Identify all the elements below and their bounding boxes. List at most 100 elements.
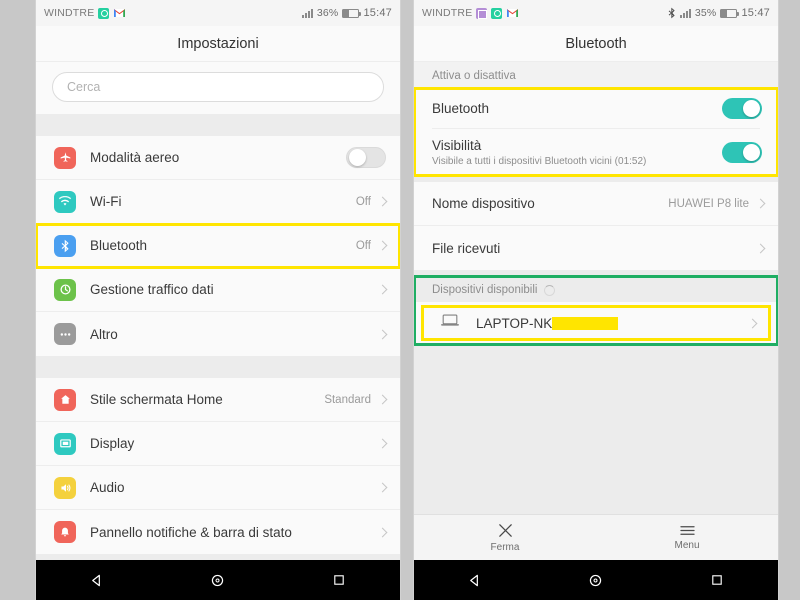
sidebar-item-label: Modalità aereo <box>90 150 180 165</box>
recents-square-icon[interactable] <box>317 573 361 587</box>
signal-icon <box>679 8 691 18</box>
whatsapp-icon <box>491 7 503 19</box>
whatsapp-icon <box>98 7 110 19</box>
sidebar-item-notification-panel[interactable]: Pannello notifiche & barra di stato <box>36 510 400 554</box>
visibility-toggle-sublabel: Visibile a tutti i dispositivi Bluetooth… <box>432 156 647 167</box>
carrier-label: WINDTRE <box>422 7 473 19</box>
visibility-toggle-row[interactable]: Visibilità Visibile a tutti i dispositiv… <box>414 129 778 176</box>
sidebar-item-audio[interactable]: Audio <box>36 466 400 510</box>
wifi-icon <box>54 190 76 213</box>
back-triangle-icon[interactable] <box>453 573 497 588</box>
recents-square-icon[interactable] <box>695 573 739 587</box>
left-page-title: Impostazioni <box>36 26 400 62</box>
gmail-icon <box>113 8 126 19</box>
received-files-label: File ricevuti <box>432 240 501 256</box>
home-circle-icon[interactable] <box>574 573 618 588</box>
bluetooth-toggles-group: Bluetooth Visibilità Visibile a tutti i … <box>414 87 778 177</box>
sidebar-item-data-usage[interactable]: Gestione traffico dati <box>36 268 400 312</box>
sidebar-item-home-style[interactable]: Stile schermata Home Standard <box>36 378 400 422</box>
stop-scan-button[interactable]: Ferma <box>414 515 596 560</box>
redaction-block <box>552 316 619 330</box>
clock-label: 15:47 <box>741 7 770 19</box>
sidebar-item-display[interactable]: Display <box>36 422 400 466</box>
screenshot-stage: WINDTRE 36% 15:47 Impostazioni Cerca Mod… <box>0 0 800 600</box>
chevron-right-icon <box>377 240 388 251</box>
available-devices-header: Dispositivi disponibili <box>414 276 778 302</box>
settings-group-connectivity: Modalità aereo Wi-Fi Off Bluetooth Off G… <box>36 136 400 356</box>
back-triangle-icon[interactable] <box>75 573 119 588</box>
scanning-spinner-icon <box>544 284 556 296</box>
signal-icon <box>301 8 313 18</box>
sidebar-item-bluetooth[interactable]: Bluetooth Off <box>36 223 400 269</box>
laptop-device-name: LAPTOP-NK <box>476 316 749 331</box>
available-devices-list: LAPTOP-NK <box>414 302 778 345</box>
group-spacer <box>36 114 400 136</box>
menu-button[interactable]: Menu <box>596 515 778 560</box>
home-circle-icon[interactable] <box>196 573 240 588</box>
menu-label: Menu <box>674 540 700 551</box>
sidebar-item-label: Stile schermata Home <box>90 392 223 407</box>
chevron-right-icon <box>377 527 388 537</box>
device-name-row[interactable]: Nome dispositivo HUAWEI P8 lite <box>414 182 778 226</box>
bluetooth-status-value: Off <box>355 239 371 252</box>
right-android-nav-bar <box>414 560 778 600</box>
bluetooth-icon <box>54 234 76 257</box>
battery-percent-label: 36% <box>316 7 339 19</box>
search-container: Cerca <box>36 62 400 114</box>
list-item-laptop-device[interactable]: LAPTOP-NK <box>421 305 771 341</box>
left-android-nav-bar <box>36 560 400 600</box>
sidebar-item-label: Altro <box>90 326 118 342</box>
hamburger-menu-icon <box>679 526 695 535</box>
stop-scan-label: Ferma <box>490 542 520 553</box>
search-input[interactable]: Cerca <box>52 72 384 102</box>
carrier-label: WINDTRE <box>44 7 95 19</box>
chevron-right-icon <box>377 482 388 493</box>
chevron-right-icon <box>377 438 388 449</box>
right-page-title: Bluetooth <box>414 26 778 62</box>
more-icon <box>54 323 76 345</box>
bluetooth-toggle-label: Bluetooth <box>432 100 490 116</box>
bluetooth-info-group: Nome dispositivo HUAWEI P8 lite File ric… <box>414 182 778 270</box>
sidebar-item-airplane-mode[interactable]: Modalità aereo <box>36 136 400 180</box>
battery-icon <box>342 8 362 18</box>
bluetooth-scroll-area[interactable]: Attiva o disattiva Bluetooth Visibilità … <box>414 62 778 514</box>
visibility-toggle-label: Visibilità <box>432 138 482 153</box>
sidebar-item-label: Gestione traffico dati <box>90 282 214 297</box>
notification-panel-icon <box>54 521 76 543</box>
data-usage-icon <box>54 278 76 301</box>
airplane-mode-toggle[interactable] <box>346 147 386 168</box>
received-files-row[interactable]: File ricevuti <box>414 226 778 270</box>
sidebar-item-label: Display <box>90 436 135 451</box>
battery-icon <box>720 8 740 18</box>
display-icon <box>54 432 76 455</box>
device-name-value: HUAWEI P8 lite <box>668 197 749 210</box>
bluetooth-toggle[interactable] <box>722 97 762 119</box>
bluetooth-toggle-row[interactable]: Bluetooth <box>414 88 778 128</box>
visibility-toggle[interactable] <box>722 142 762 163</box>
chevron-right-icon <box>755 243 766 253</box>
chevron-right-icon <box>377 196 388 207</box>
airplane-mode-icon <box>54 146 76 169</box>
gmail-icon <box>506 8 519 19</box>
bluetooth-status-icon <box>668 7 676 19</box>
left-phone-screenshot: WINDTRE 36% 15:47 Impostazioni Cerca Mod… <box>36 0 400 600</box>
right-status-bar: WINDTRE 35% 15:47 <box>414 0 778 26</box>
bluetooth-action-bar: Ferma Menu <box>414 514 778 560</box>
activate-section-label: Attiva o disattiva <box>432 70 516 82</box>
chevron-right-icon <box>755 198 766 209</box>
settings-scroll-area[interactable]: Cerca Modalità aereo Wi-Fi Off Bluetooth… <box>36 62 400 560</box>
battery-percent-label: 35% <box>694 7 717 19</box>
available-devices-label: Dispositivi disponibili <box>432 284 538 296</box>
sidebar-item-more[interactable]: Altro <box>36 312 400 356</box>
chevron-right-icon <box>377 284 388 295</box>
sidebar-item-wifi[interactable]: Wi-Fi Off <box>36 180 400 224</box>
search-placeholder: Cerca <box>67 80 101 94</box>
clock-label: 15:47 <box>363 7 392 19</box>
sidebar-item-label: Bluetooth <box>90 238 148 253</box>
device-name-label: Nome dispositivo <box>432 196 535 211</box>
calendar-icon <box>476 7 488 19</box>
audio-icon <box>54 476 76 499</box>
laptop-icon <box>440 313 460 333</box>
available-devices-section: Dispositivi disponibili LAPTOP-NK <box>414 275 778 346</box>
home-style-value: Standard <box>324 393 371 406</box>
